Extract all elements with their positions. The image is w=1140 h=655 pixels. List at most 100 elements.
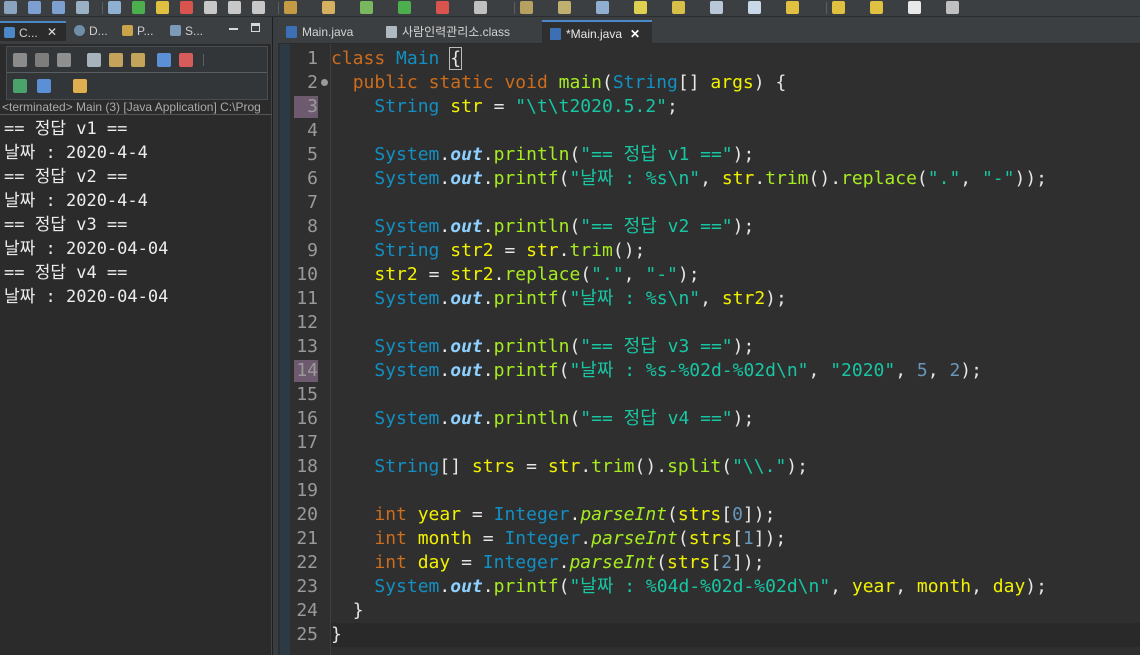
- servers-icon: [170, 25, 181, 36]
- code-line: System.out.printf("날짜 : %04d-%02d-%02d\n…: [374, 576, 1047, 597]
- terminate-icon[interactable]: [180, 1, 193, 14]
- code-line: int month = Integer.parseInt(strs[1]);: [374, 528, 787, 549]
- line-number: 3: [307, 96, 318, 117]
- prev-annotation-icon[interactable]: [832, 1, 845, 14]
- code-line: ​: [331, 431, 1140, 455]
- clear-console-icon[interactable]: [87, 53, 101, 67]
- forward-icon[interactable]: [908, 1, 921, 14]
- minimize-icon[interactable]: [229, 28, 238, 30]
- block-selection-icon[interactable]: [710, 1, 723, 14]
- console-line: == 정답 v3 ==: [4, 215, 128, 235]
- debug-icon[interactable]: [360, 1, 373, 14]
- console-toolbar: [6, 46, 268, 100]
- line-number: 20: [296, 504, 318, 525]
- line-number: 16: [296, 408, 318, 429]
- console-status-label: <terminated> Main (3) [Java Application]…: [0, 99, 272, 115]
- view-menu-icon[interactable]: [4, 1, 17, 14]
- resume-icon[interactable]: [132, 1, 145, 14]
- console-output: == 정답 v1 == 날짜 : 2020-4-4 == 정답 v2 == 날짜…: [4, 117, 270, 309]
- fold-indicator-icon[interactable]: [321, 79, 328, 86]
- remove-all-terminated-icon[interactable]: [57, 53, 71, 67]
- line-number: 6: [307, 168, 318, 189]
- view-tab-bar: C... ✕ D... P... S...: [0, 17, 272, 44]
- code-line: ​: [331, 119, 1140, 143]
- new-java-project-icon[interactable]: [284, 1, 297, 14]
- java-file-icon: [550, 28, 561, 40]
- tab-debug[interactable]: D...: [70, 21, 108, 41]
- console-icon: [4, 27, 15, 38]
- remove-launch-icon[interactable]: [35, 53, 49, 67]
- code-line: str2 = str2.replace(".", "-");: [374, 264, 700, 285]
- coverage-icon[interactable]: [436, 1, 449, 14]
- step-over-icon[interactable]: [228, 1, 241, 14]
- code-line: System.out.println("== 정답 v1 ==");: [374, 144, 755, 165]
- tab-package-explorer[interactable]: P...: [118, 21, 153, 41]
- maximize-icon[interactable]: [251, 23, 260, 32]
- line-number: 1: [307, 48, 318, 69]
- console-line: == 정답 v1 ==: [4, 119, 128, 139]
- divider: [102, 2, 103, 14]
- pin-editor-icon[interactable]: [946, 1, 959, 14]
- tab-servers-label: S...: [185, 24, 204, 38]
- console-line: 날짜 : 2020-4-4: [4, 191, 148, 211]
- console-view: C... ✕ D... P... S... <terminated> Main …: [0, 17, 272, 655]
- open-task-icon[interactable]: [558, 1, 571, 14]
- step-into-icon[interactable]: [204, 1, 217, 14]
- run-icon[interactable]: [398, 1, 411, 14]
- pin-console-icon[interactable]: [13, 79, 27, 93]
- line-number: 10: [296, 264, 318, 285]
- line-number: 13: [296, 336, 318, 357]
- suspend-icon[interactable]: [156, 1, 169, 14]
- back-icon[interactable]: [870, 1, 883, 14]
- tab-servers[interactable]: S...: [166, 21, 203, 41]
- display-console-icon[interactable]: [37, 79, 51, 93]
- quick-diff-ruler: [280, 44, 290, 655]
- tab-package-explorer-label: P...: [137, 24, 154, 38]
- close-icon[interactable]: ✕: [47, 26, 57, 38]
- tab-class-file[interactable]: 사람인력관리소.class: [378, 20, 543, 44]
- open-type-icon[interactable]: [520, 1, 533, 14]
- show-stderr-icon[interactable]: [179, 53, 193, 67]
- divider: [514, 2, 515, 14]
- divider: [278, 2, 279, 14]
- step-return-icon[interactable]: [252, 1, 265, 14]
- line-number: 7: [307, 192, 318, 213]
- divider: [203, 54, 204, 66]
- console-line: 날짜 : 2020-04-04: [4, 287, 169, 307]
- console-line: 날짜 : 2020-4-4: [4, 143, 148, 163]
- code-line: int day = Integer.parseInt(strs[2]);: [374, 552, 765, 573]
- next-annotation-icon[interactable]: [786, 1, 799, 14]
- code-line: }: [331, 623, 1140, 647]
- save-all-icon[interactable]: [52, 1, 65, 14]
- line-number: 5: [307, 144, 318, 165]
- code-text-area[interactable]: class Main { public static void main(Str…: [331, 47, 1140, 647]
- mark-occurrences-icon[interactable]: [672, 1, 685, 14]
- tab-main-java-dirty-label: *Main.java: [566, 27, 623, 41]
- show-stdout-icon[interactable]: [157, 53, 171, 67]
- code-line: ​: [331, 191, 1140, 215]
- line-number: 12: [296, 312, 318, 333]
- search-icon[interactable]: [596, 1, 609, 14]
- tab-main-java-dirty[interactable]: *Main.java ✕: [542, 20, 652, 44]
- tab-main-java[interactable]: Main.java: [278, 20, 378, 44]
- new-package-icon[interactable]: [322, 1, 335, 14]
- external-tools-icon[interactable]: [474, 1, 487, 14]
- print-icon[interactable]: [76, 1, 89, 14]
- package-explorer-icon: [122, 25, 133, 36]
- terminate-icon[interactable]: [13, 53, 27, 67]
- code-line: System.out.printf("날짜 : %s\n", str.trim(…: [374, 168, 1048, 189]
- code-editor: Main.java 사람인력관리소.class *Main.java ✕ 1 2 …: [278, 17, 1140, 655]
- annotation-icon[interactable]: [634, 1, 647, 14]
- skip-breakpoints-icon[interactable]: [108, 1, 121, 14]
- save-icon[interactable]: [28, 1, 41, 14]
- open-console-icon[interactable]: [73, 79, 87, 93]
- word-wrap-icon[interactable]: [131, 53, 145, 67]
- show-whitespace-icon[interactable]: [748, 1, 761, 14]
- close-icon[interactable]: ✕: [630, 27, 640, 41]
- code-line: public static void main(String[] args) {: [352, 72, 787, 93]
- divider: [826, 2, 827, 14]
- code-line: String str2 = str.trim();: [374, 240, 646, 261]
- console-toolbar-row-2: [7, 73, 267, 99]
- scroll-lock-icon[interactable]: [109, 53, 123, 67]
- code-line: System.out.println("== 정답 v4 ==");: [374, 408, 755, 429]
